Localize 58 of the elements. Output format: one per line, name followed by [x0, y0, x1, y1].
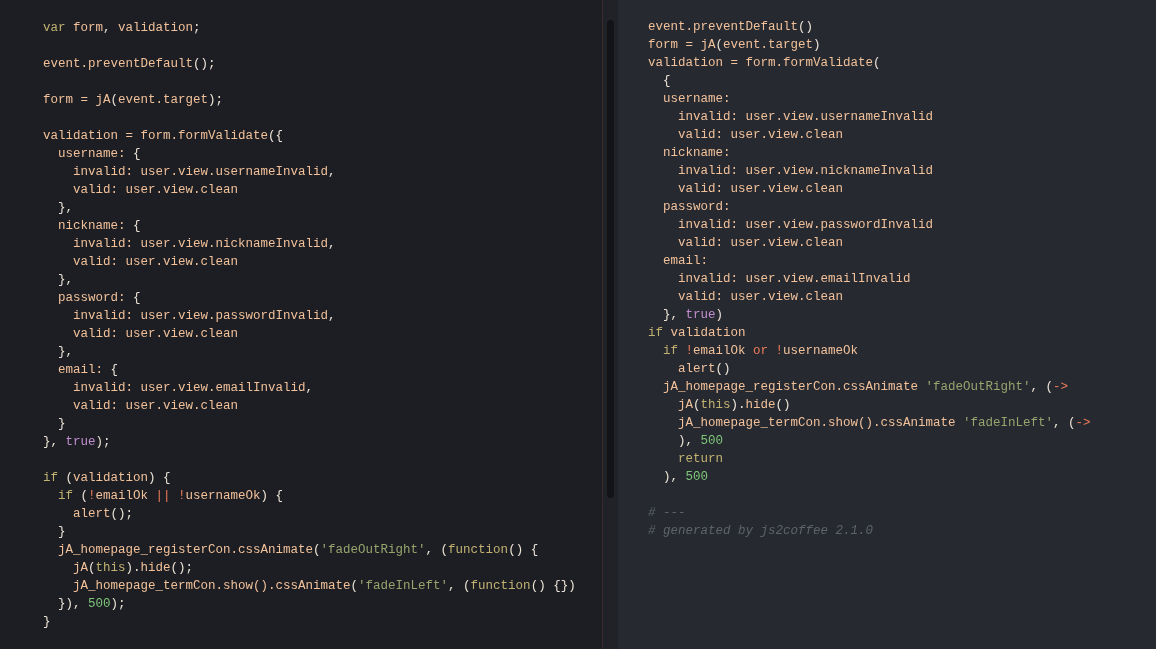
code-line: }	[57, 416, 66, 433]
code-line: # generated by js2coffee 2.1.0	[648, 523, 874, 540]
code-line: valid: user.view.clean	[72, 326, 239, 343]
code-line: jA(this).hide();	[72, 560, 194, 577]
code-line: invalid: user.view.passwordInvalid,	[72, 308, 336, 325]
code-line: nickname: {	[57, 218, 141, 235]
code-line: {	[662, 73, 671, 90]
code-line: valid: user.view.clean	[72, 182, 239, 199]
code-line: valid: user.view.clean	[677, 235, 844, 252]
code-line: invalid: user.view.usernameInvalid,	[72, 164, 336, 181]
code-line: invalid: user.view.usernameInvalid	[677, 109, 934, 126]
code-line: invalid: user.view.nicknameInvalid,	[72, 236, 336, 253]
code-line: return	[677, 451, 723, 468]
code-line: valid: user.view.clean	[72, 254, 239, 271]
code-line: jA(this).hide()	[677, 397, 791, 414]
code-line: invalid: user.view.emailInvalid,	[72, 380, 314, 397]
code-line: jA_homepage_termCon.show().cssAnimate('fadeInLeft', (function() {})	[72, 578, 576, 595]
code-line: invalid: user.view.emailInvalid	[677, 271, 911, 288]
code-line: email: {	[57, 362, 119, 379]
code-line: email:	[662, 253, 708, 270]
code-line: form = jA(event.target);	[43, 92, 224, 109]
code-line: valid: user.view.clean	[677, 289, 844, 306]
code-line: }, true)	[662, 307, 724, 324]
code-line: # ---	[648, 505, 686, 522]
code-line: nickname:	[662, 145, 731, 162]
code-line: invalid: user.view.passwordInvalid	[677, 217, 934, 234]
code-line: event.preventDefault();	[43, 56, 216, 73]
code-line: jA_homepage_registerCon.cssAnimate 'fadeOutRight', (->	[662, 379, 1069, 396]
code-line: jA_homepage_registerCon.cssAnimate('fadeOutRight', (function() {	[57, 542, 539, 559]
code-line: form = jA(event.target)	[648, 37, 821, 54]
code-line: valid: user.view.clean	[72, 398, 239, 415]
code-line: },	[57, 272, 73, 289]
code-line: }, true);	[43, 434, 111, 451]
code-line: jA_homepage_termCon.show().cssAnimate 'fadeInLeft', (->	[677, 415, 1091, 432]
code-line: if validation	[648, 325, 746, 342]
code-line: var form, validation;	[43, 20, 201, 37]
code-line: valid: user.view.clean	[677, 127, 844, 144]
code-line: event.preventDefault()	[648, 19, 814, 36]
code-line: password:	[662, 199, 731, 216]
code-line: }	[43, 614, 51, 631]
code-line: valid: user.view.clean	[677, 181, 844, 198]
code-line: }), 500);	[57, 596, 126, 613]
code-line: password: {	[57, 290, 141, 307]
code-line: if (validation) {	[43, 470, 171, 487]
code-line: username: {	[57, 146, 141, 163]
code-line: invalid: user.view.nicknameInvalid	[677, 163, 934, 180]
code-line: ), 500	[662, 469, 709, 486]
code-line: }	[57, 524, 66, 541]
code-line: validation = form.formValidate(	[648, 55, 881, 72]
code-line: if !emailOk or !usernameOk	[662, 343, 859, 360]
code-line: username:	[662, 91, 731, 108]
code-line: ), 500	[677, 433, 724, 450]
code-line: },	[57, 200, 73, 217]
code-line: validation = form.formValidate({	[43, 128, 284, 145]
code-line: if (!emailOk || !usernameOk) {	[57, 488, 284, 505]
code-line: },	[57, 344, 73, 361]
code-line: alert()	[677, 361, 731, 378]
code-line: alert();	[72, 506, 134, 523]
